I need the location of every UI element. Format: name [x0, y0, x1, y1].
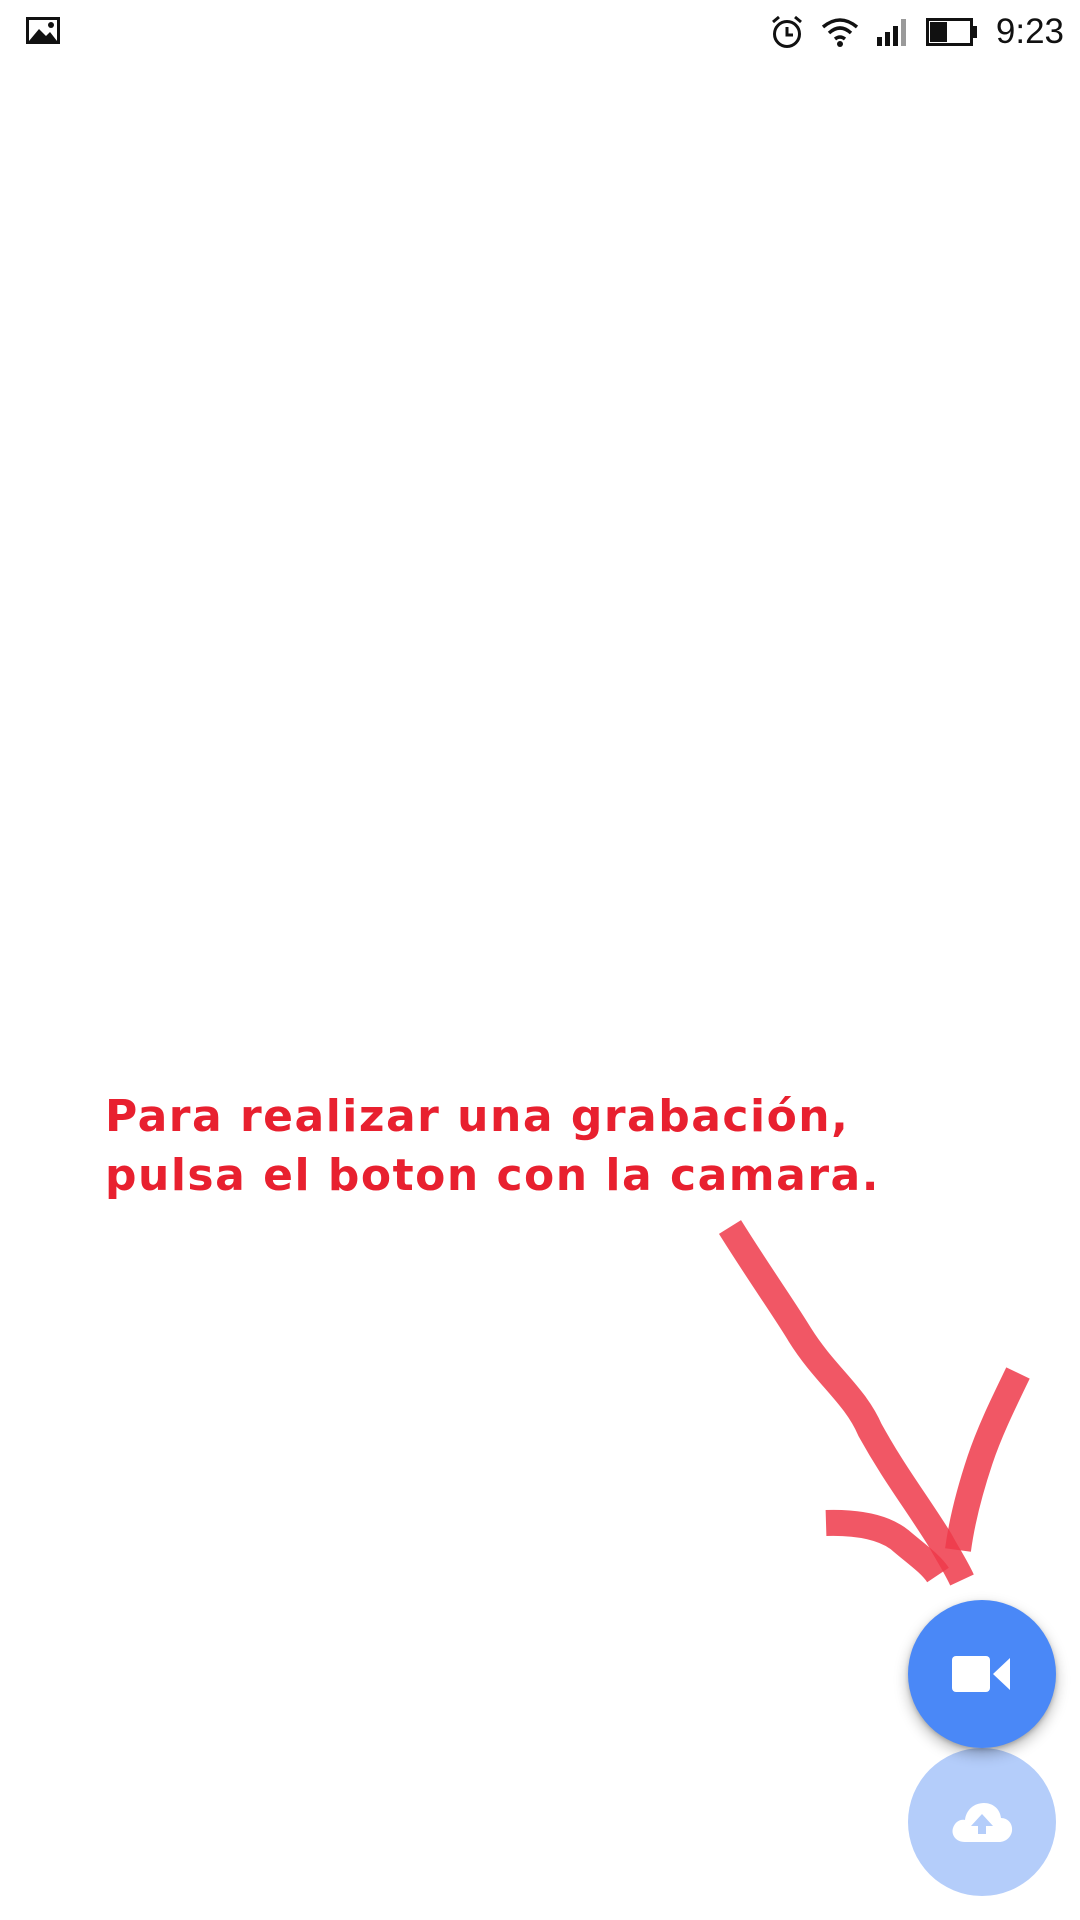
- cloud-upload-icon: [952, 1803, 1013, 1842]
- status-icons: 9:23: [770, 10, 1064, 54]
- annotation-text: Para realizar una grabación, pulsa el bo…: [105, 1091, 880, 1201]
- wifi-icon: [821, 18, 858, 47]
- battery-icon: [925, 18, 977, 46]
- annotation-arrow: [718, 1220, 1030, 1586]
- record-button[interactable]: [908, 1600, 1056, 1748]
- image-notification-icon: [26, 17, 60, 44]
- status-time: 9:23: [995, 12, 1064, 51]
- screen: 9:23 Para realizar una grabación, pulsa …: [0, 0, 1080, 1920]
- video-camera-icon: [952, 1656, 1010, 1692]
- alarm-icon: [771, 15, 802, 48]
- status-bar: 9:23: [0, 0, 1080, 64]
- signal-icon: [876, 19, 906, 46]
- upload-button[interactable]: [908, 1748, 1056, 1896]
